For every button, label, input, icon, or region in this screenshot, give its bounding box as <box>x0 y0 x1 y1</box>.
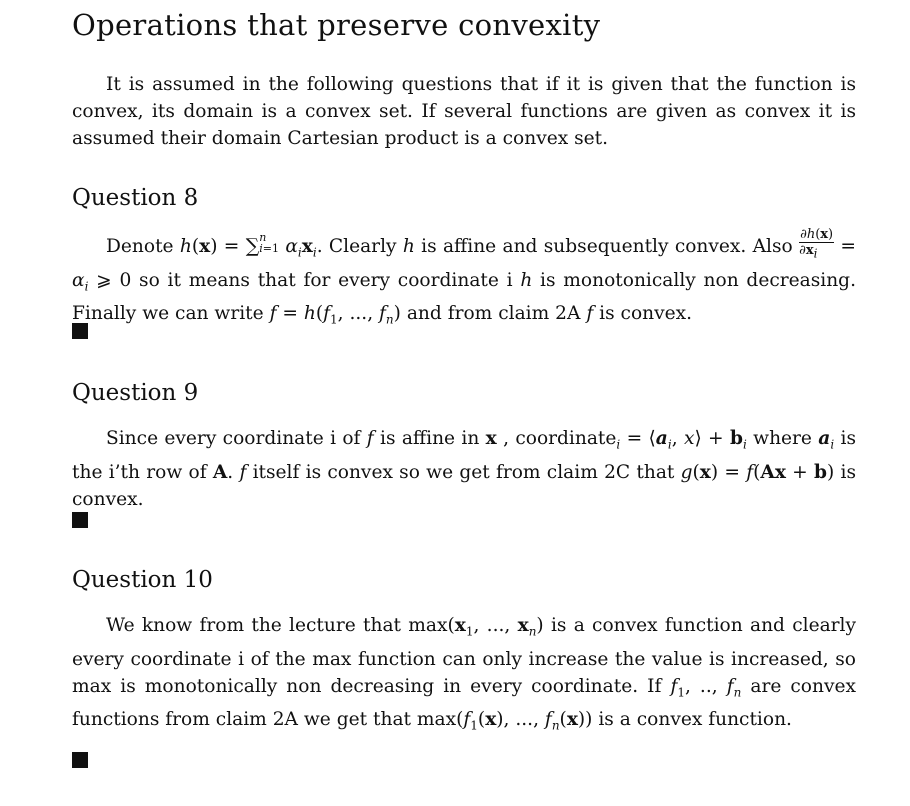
intro-text: It is assumed in the following questions… <box>72 74 856 149</box>
question-8-heading: Question 8 <box>72 185 199 211</box>
qed-square <box>72 323 88 339</box>
question-10-heading: Question 10 <box>72 567 213 593</box>
qed-square <box>72 752 88 768</box>
question-10-body: We know from the lecture that max(x1, ..… <box>72 615 857 734</box>
intro-paragraph: It is assumed in the following questions… <box>72 71 856 152</box>
question-9-body: Since every coordinate i of f is affine … <box>72 428 857 510</box>
qed-square <box>72 512 88 528</box>
partial-derivative-fraction: ∂h(x) ∂xi <box>799 226 835 261</box>
section-title: Operations that preserve convexity <box>72 8 601 42</box>
question-8-body: Denote h(x) = ∑ n i=1 αixi. Clearly h is a… <box>72 226 857 328</box>
question-9-heading: Question 9 <box>72 380 199 406</box>
